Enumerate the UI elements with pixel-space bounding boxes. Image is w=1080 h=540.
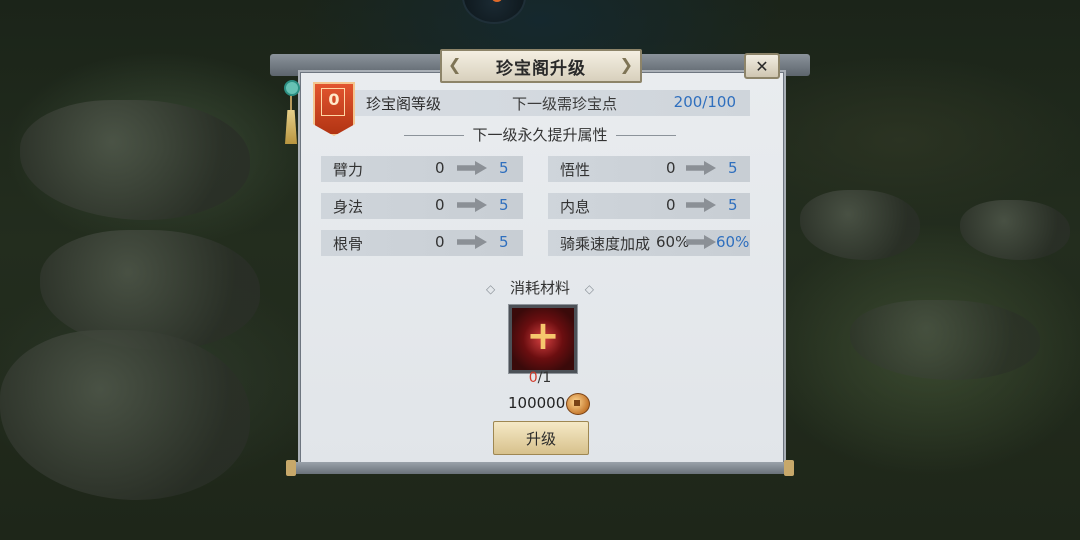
hud-orb[interactable] — [462, 0, 526, 24]
level-row: 珍宝阁等级 下一级需珍宝点 200/100 — [354, 90, 750, 116]
material-item-slot[interactable]: + — [509, 305, 577, 373]
dialog-title-text: 珍宝阁升级 — [496, 58, 586, 79]
divider — [615, 135, 676, 136]
stat-next: 5 — [499, 233, 509, 251]
diamond-ornament-icon: ◇ — [584, 282, 595, 296]
stat-current: 0 — [435, 196, 445, 214]
background-rock — [0, 330, 250, 500]
background-rock — [850, 300, 1040, 380]
rail-cap — [784, 460, 794, 476]
close-icon: ✕ — [755, 56, 769, 76]
jade-ring-icon — [284, 80, 300, 96]
stat-name: 根骨 — [333, 235, 364, 253]
dialog-bottom-rail — [288, 462, 792, 474]
stat-current: 0 — [435, 233, 445, 251]
plus-icon: + — [526, 313, 560, 359]
close-button[interactable]: ✕ — [744, 53, 780, 79]
background-rock — [960, 200, 1070, 260]
stat-current: 0 — [666, 196, 676, 214]
requirement-label: 下一级需珍宝点 — [512, 95, 618, 113]
hud-orb-indicator — [492, 0, 502, 2]
upgrade-cost: 100000 — [508, 394, 566, 412]
materials-section-title: ◇ 消耗材料 ◇ — [485, 279, 595, 297]
upgrade-button[interactable]: 升级 — [493, 421, 589, 455]
arrow-right-icon — [457, 161, 487, 175]
stat-name: 悟性 — [560, 161, 591, 179]
stat-row-constitution: 根骨 0 5 — [321, 230, 523, 256]
level-badge-value: 0 — [328, 90, 340, 109]
rail-cap — [286, 460, 296, 476]
tassel-ornament — [283, 62, 300, 144]
stat-name: 骑乘速度加成 — [560, 235, 651, 253]
stat-row-inner-breath: 内息 0 5 — [548, 193, 750, 219]
stat-next: 60% — [716, 233, 750, 251]
background-rock — [20, 100, 250, 220]
stat-next: 5 — [499, 159, 509, 177]
upgrade-button-label: 升级 — [525, 429, 556, 448]
material-required: /1 — [537, 370, 552, 386]
stat-row-comprehension: 悟性 0 5 — [548, 156, 750, 182]
stat-name: 内息 — [560, 198, 591, 216]
stat-next: 5 — [499, 196, 509, 214]
stat-row-mount-speed: 骑乘速度加成 60% 60% — [548, 230, 750, 256]
stat-next: 5 — [728, 159, 738, 177]
bonus-section-title: 下一级永久提升属性 — [298, 124, 782, 145]
copper-coin-icon — [566, 393, 590, 415]
requirement-value: 200/100 — [673, 93, 736, 111]
arrow-right-icon — [457, 198, 487, 212]
chevron-left-icon: ❮ — [448, 55, 463, 74]
dialog-title: ❮ 珍宝阁升级 ❯ — [440, 49, 642, 83]
tassel-fringe — [285, 110, 297, 144]
stat-name: 臂力 — [333, 161, 364, 179]
stat-current: 60% — [656, 233, 690, 251]
chevron-right-icon: ❯ — [619, 55, 634, 74]
level-label: 珍宝阁等级 — [366, 95, 442, 113]
stat-row-agility: 身法 0 5 — [321, 193, 523, 219]
material-count: 0/1 — [298, 370, 782, 386]
stat-next: 5 — [728, 196, 738, 214]
arrow-right-icon — [686, 198, 716, 212]
stat-row-arm-strength: 臂力 0 5 — [321, 156, 523, 182]
arrow-right-icon — [457, 235, 487, 249]
stat-name: 身法 — [333, 198, 364, 216]
arrow-right-icon — [686, 161, 716, 175]
diamond-ornament-icon: ◇ — [485, 282, 496, 296]
background-rock — [800, 190, 920, 260]
stat-current: 0 — [435, 159, 445, 177]
material-owned: 0 — [528, 370, 538, 386]
arrow-right-icon — [686, 235, 716, 249]
stat-current: 0 — [666, 159, 676, 177]
divider — [404, 135, 465, 136]
